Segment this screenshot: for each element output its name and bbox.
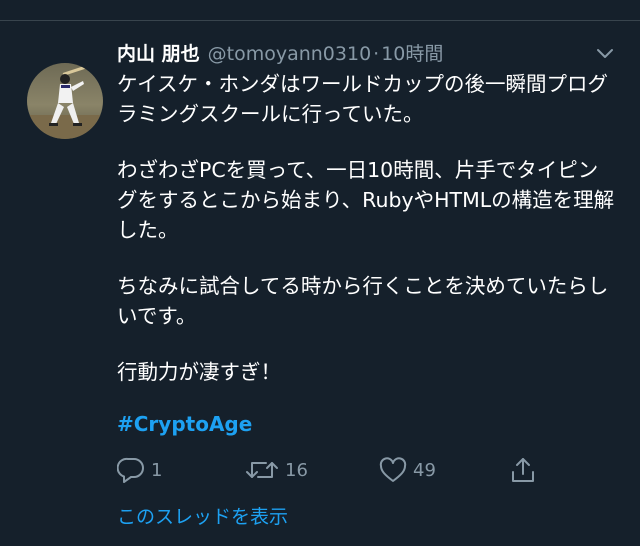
tweet-actions: 1 16 49 [117, 455, 537, 485]
tweet-text: ケイスケ・ホンダはワールドカップの後一瞬間プログラミングスクールに行っていた。 … [117, 69, 617, 387]
tweet-content: 内山 朋也 @tomoyann0310 · 10時間 ケイスケ・ホンダはワールド… [117, 39, 617, 439]
reply-icon [117, 457, 144, 483]
avatar[interactable] [27, 63, 103, 139]
tweet-paragraph: ケイスケ・ホンダはワールドカップの後一瞬間プログラミングスクールに行っていた。 [117, 72, 608, 126]
show-thread-link[interactable]: このスレッドを表示 [117, 502, 288, 529]
tweet-paragraph: ちなみに試合してる時から行くことを決めていたらしいです。 [117, 274, 609, 328]
reply-button[interactable]: 1 [117, 455, 162, 485]
user-handle[interactable]: @tomoyann0310 [208, 43, 372, 65]
separator-dot: · [373, 43, 380, 65]
chevron-down-icon [597, 49, 613, 58]
tweet[interactable]: 内山 朋也 @tomoyann0310 · 10時間 ケイスケ・ホンダはワールド… [0, 21, 640, 546]
reply-count: 1 [151, 459, 163, 481]
like-icon [379, 457, 407, 482]
tweet-paragraph: 行動力が凄すぎ！ [117, 360, 281, 384]
tweet-header: 内山 朋也 @tomoyann0310 · 10時間 [117, 39, 617, 65]
avatar-photo [27, 63, 103, 139]
display-name[interactable]: 内山 朋也 [117, 39, 200, 66]
share-icon [512, 458, 534, 482]
like-count: 49 [413, 459, 436, 481]
tweet-paragraph: わざわざPCを買って、一日10時間、片手でタイピングをするとこから始まり、Rub… [117, 158, 615, 242]
like-button[interactable]: 49 [379, 455, 436, 485]
share-button[interactable] [510, 455, 536, 485]
retweet-count: 16 [285, 459, 308, 481]
more-options-button[interactable] [595, 43, 615, 63]
retweet-button[interactable]: 16 [245, 455, 308, 485]
retweet-icon [246, 462, 278, 478]
hashtag-link[interactable]: #CryptoAge [117, 409, 252, 439]
timestamp[interactable]: 10時間 [381, 39, 443, 66]
